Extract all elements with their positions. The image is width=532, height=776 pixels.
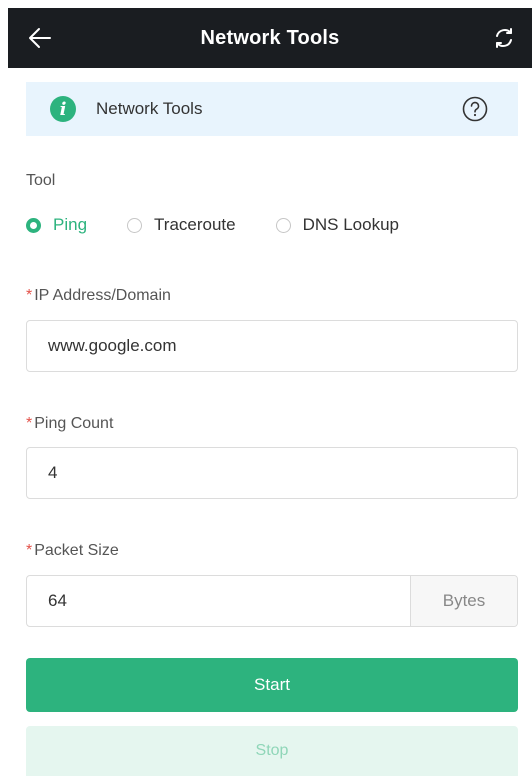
page-title: Network Tools — [200, 26, 340, 49]
arrow-left-icon — [29, 28, 51, 48]
stop-button[interactable]: Stop — [26, 726, 518, 776]
info-banner: i Network Tools — [26, 82, 518, 136]
info-icon: i — [50, 96, 76, 122]
network-tools-page: Network Tools i Network Tools Tool Ping … — [0, 0, 532, 776]
tool-radio-group: Ping Traceroute DNS Lookup — [26, 212, 399, 238]
ip-address-field — [26, 320, 518, 372]
packet-size-label: * Packet Size — [26, 542, 119, 560]
banner-text: Network Tools — [96, 99, 203, 118]
ip-address-input[interactable] — [27, 321, 517, 371]
radio-dns-lookup-label: DNS Lookup — [302, 215, 399, 234]
ping-count-label-text: Ping Count — [34, 415, 114, 432]
help-icon[interactable] — [462, 96, 488, 122]
packet-size-field: Bytes — [26, 575, 518, 627]
radio-traceroute-label: Traceroute — [154, 215, 236, 234]
radio-checked-icon — [26, 217, 41, 233]
required-mark: * — [26, 415, 33, 432]
radio-ping-label: Ping — [53, 215, 88, 234]
ip-address-label: * IP Address/Domain — [26, 287, 171, 305]
tool-label: Tool — [26, 172, 56, 189]
required-mark: * — [26, 287, 33, 304]
packet-size-unit: Bytes — [410, 576, 517, 626]
ping-count-input[interactable] — [27, 448, 517, 498]
back-button[interactable] — [22, 20, 58, 56]
refresh-button[interactable] — [486, 20, 522, 56]
packet-size-input[interactable] — [27, 576, 410, 626]
radio-unchecked-icon — [275, 217, 291, 233]
radio-dns-lookup[interactable]: DNS Lookup — [275, 215, 399, 235]
ping-count-label: * Ping Count — [26, 415, 113, 433]
ping-count-field — [26, 447, 518, 499]
packet-size-label-text: Packet Size — [34, 542, 119, 559]
required-mark: * — [26, 542, 33, 559]
radio-traceroute[interactable]: Traceroute — [127, 215, 236, 235]
start-button[interactable]: Start — [26, 658, 518, 712]
ip-address-label-text: IP Address/Domain — [34, 287, 171, 304]
app-header: Network Tools — [8, 8, 532, 68]
radio-ping[interactable]: Ping — [26, 215, 87, 235]
status-gap — [0, 0, 532, 8]
radio-unchecked-icon — [127, 217, 143, 233]
refresh-icon — [496, 28, 512, 48]
